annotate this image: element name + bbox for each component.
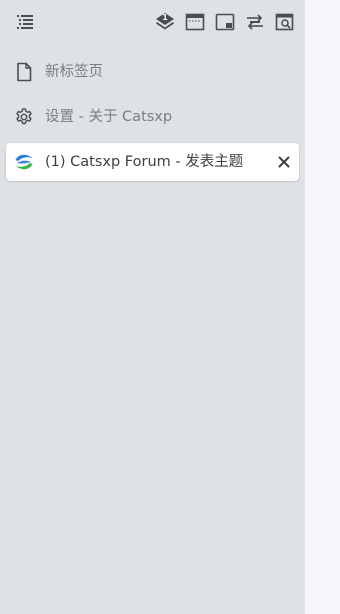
browser-window-button[interactable]	[183, 10, 207, 34]
catsxp-favicon	[14, 152, 34, 172]
tab-stack-badge: 1	[162, 13, 168, 22]
sync-tabs-icon	[245, 13, 265, 31]
close-icon[interactable]	[275, 153, 293, 171]
pip-window-button[interactable]	[213, 10, 237, 34]
tab-title: 新标签页	[45, 64, 103, 80]
gear-icon	[14, 107, 34, 127]
new-page-icon	[14, 62, 34, 82]
tab-list-icon	[16, 14, 34, 30]
tab-stack-badge-icon: 1	[154, 11, 176, 33]
tab-catsxp-forum[interactable]: (1) Catsxp Forum - 发表主题	[6, 143, 299, 181]
page-content-area	[305, 0, 340, 614]
tab-sidebar: 1 新标签页 设置 - 关于 Catsxp (1) Catsxp Forum -…	[0, 0, 305, 614]
page-search-button[interactable]	[273, 10, 297, 34]
sync-tabs-button[interactable]	[243, 10, 267, 34]
page-search-icon	[275, 13, 295, 31]
tab-list-button[interactable]	[13, 10, 37, 34]
tab-title: (1) Catsxp Forum - 发表主题	[45, 154, 244, 170]
tab-stack-button[interactable]: 1	[153, 10, 177, 34]
browser-window-icon	[185, 13, 205, 31]
tab-settings[interactable]: 设置 - 关于 Catsxp	[6, 98, 299, 136]
sidebar-toolbar: 1	[0, 0, 305, 45]
tab-title: 设置 - 关于 Catsxp	[45, 109, 173, 125]
pip-window-icon	[215, 13, 235, 31]
tab-new-page[interactable]: 新标签页	[6, 53, 299, 91]
